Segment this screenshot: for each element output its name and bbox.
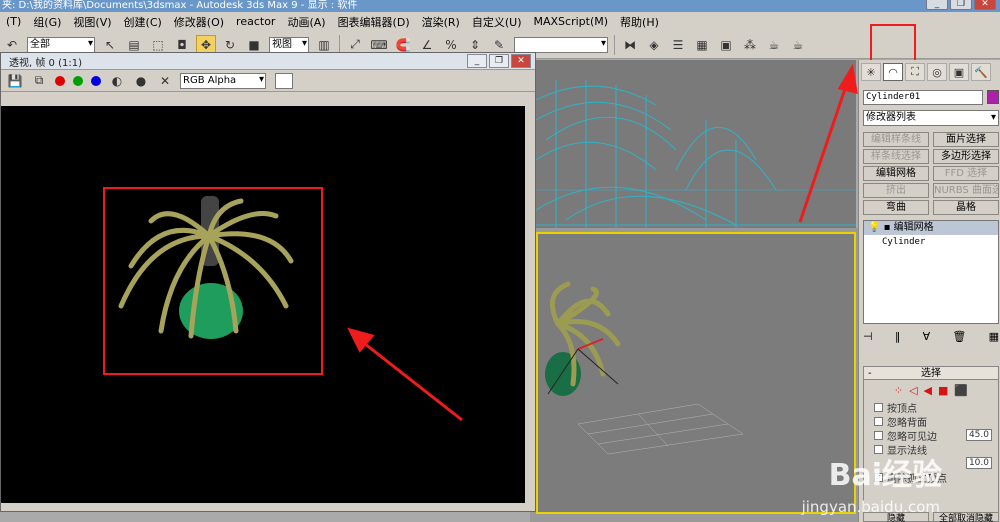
utilities-tab-icon[interactable]: 🔨 <box>971 63 991 81</box>
modifier-buttons: 编辑样条线 面片选择 样条线选择 多边形选择 编辑网格 FFD 选择 挤出 NU… <box>863 132 999 215</box>
baidu-watermark-url: jingyan.baidu.com <box>801 498 940 516</box>
hierarchy-tab-icon[interactable]: ⛶ <box>905 63 925 81</box>
polygon-level-icon[interactable]: ■ <box>938 384 948 397</box>
show-end-result-icon[interactable]: ‖ <box>895 330 901 343</box>
unhide-all-button[interactable]: 全部取消隐藏 <box>933 512 999 522</box>
ignore-backfacing-checkbox[interactable]: 忽略背面 <box>864 414 998 429</box>
create-tab-icon[interactable]: ✳ <box>861 63 881 81</box>
display-tab-icon[interactable]: ▣ <box>949 63 969 81</box>
planar-threshold-spinner[interactable]: 45.0 <box>965 429 992 441</box>
element-level-icon[interactable]: ⬛ <box>954 384 968 397</box>
poly-select-button[interactable]: 多边形选择 <box>933 149 999 164</box>
modifier-stack: 💡 ▪ 编辑网格 Cylinder <box>863 220 999 324</box>
modify-tab-icon[interactable]: ◠ <box>883 63 903 81</box>
configure-sets-icon[interactable]: ▦ <box>989 330 999 343</box>
normal-scale-spinner[interactable]: 10.0 <box>965 457 992 469</box>
vertex-level-icon[interactable]: ⁘ <box>894 384 903 397</box>
make-unique-icon[interactable]: ∀ <box>923 330 931 343</box>
edit-mesh-button[interactable]: 编辑网格 <box>863 166 929 181</box>
collapse-icon: - <box>868 368 872 379</box>
patch-select-button[interactable]: 面片选择 <box>933 132 999 147</box>
stack-buttons: ⊣ ‖ ∀ 🗑 ▦ <box>863 330 999 343</box>
ignore-visible-edges-checkbox[interactable]: 忽略可见边 45.0 <box>864 428 998 443</box>
stack-item-cylinder[interactable]: Cylinder <box>864 235 998 249</box>
object-color-swatch[interactable] <box>987 90 999 104</box>
ffd-select-button[interactable]: FFD 选择 <box>933 166 999 181</box>
nurbs-surface-select-button[interactable]: NURBS 曲面选择 <box>933 183 999 198</box>
selection-rollout-header[interactable]: - 选择 <box>864 367 998 380</box>
bend-button[interactable]: 弯曲 <box>863 200 929 215</box>
extrude-button[interactable]: 挤出 <box>863 183 929 198</box>
edit-spline-button[interactable]: 编辑样条线 <box>863 132 929 147</box>
motion-tab-icon[interactable]: ◎ <box>927 63 947 81</box>
annotation-arrows <box>347 63 858 422</box>
lattice-button[interactable]: 晶格 <box>933 200 999 215</box>
pin-stack-icon[interactable]: ⊣ <box>863 330 873 343</box>
by-vertex-checkbox[interactable]: 按顶点 <box>864 400 998 415</box>
stack-item-edit-mesh[interactable]: 💡 ▪ 编辑网格 <box>864 221 998 235</box>
sub-object-levels: ⁘ ◁ ◀ ■ ⬛ <box>864 380 998 400</box>
edge-level-icon[interactable]: ◁ <box>909 384 917 397</box>
object-name-field[interactable]: Cylinder01 <box>863 90 983 105</box>
baidu-watermark-logo: Bai经验 <box>828 458 942 493</box>
remove-modifier-icon[interactable]: 🗑 <box>952 330 966 343</box>
spline-select-button[interactable]: 样条线选择 <box>863 149 929 164</box>
command-panel-tabs: ✳ ◠ ⛶ ◎ ▣ 🔨 <box>859 60 1000 84</box>
face-level-icon[interactable]: ◀ <box>924 384 932 397</box>
modifier-list-dropdown[interactable]: 修改器列表 <box>863 110 999 126</box>
